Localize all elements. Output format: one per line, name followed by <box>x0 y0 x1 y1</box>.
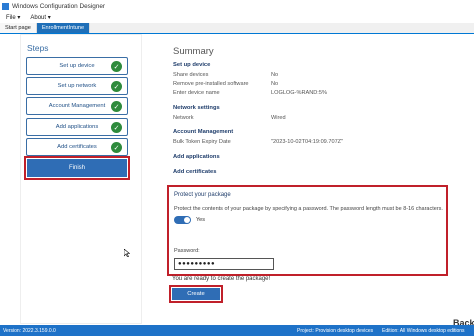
check-icon: ✓ <box>111 142 122 153</box>
step-label: Add certificates <box>57 144 97 150</box>
app-icon <box>2 2 9 10</box>
window-title: Windows Configuration Designer <box>12 2 106 10</box>
section-certificates: Add certificates <box>173 169 217 175</box>
mouse-cursor-icon <box>124 249 130 257</box>
row-label: Remove pre-installed software <box>173 81 249 87</box>
row-value: LOGLOG-%RAND:5% <box>271 90 327 96</box>
step-account-management[interactable]: Account Management ✓ <box>26 97 128 115</box>
protect-toggle[interactable] <box>174 216 191 224</box>
finish-button[interactable]: Finish <box>27 159 127 177</box>
status-version: Version: 2022.3.159.0.0 <box>3 327 56 334</box>
row-value: Wired <box>271 115 286 121</box>
row-label: Bulk Token Expiry Date <box>173 139 231 145</box>
step-add-applications[interactable]: Add applications ✓ <box>26 118 128 136</box>
row-label: Share devices <box>173 72 209 78</box>
check-icon: ✓ <box>111 101 122 112</box>
password-field[interactable]: ●●●●●●●●● <box>174 258 274 270</box>
title-bar: Windows Configuration Designer <box>0 0 474 12</box>
section-account: Account Management <box>173 129 234 135</box>
ready-text: You are ready to create the package! <box>172 276 271 282</box>
step-label: Set up network <box>57 83 97 89</box>
section-applications: Add applications <box>173 154 220 160</box>
toggle-label: Yes <box>196 217 205 223</box>
section-setup-device: Set up device <box>173 62 211 68</box>
step-set-up-device[interactable]: Set up device ✓ <box>26 57 128 75</box>
steps-header: Steps <box>27 43 49 53</box>
tab-start-page[interactable]: Start page <box>0 23 37 33</box>
row-label: Enter device name <box>173 90 220 96</box>
row-label: Network <box>173 115 194 121</box>
check-icon: ✓ <box>111 81 122 92</box>
summary-title: Summary <box>173 46 214 57</box>
password-label: Password: <box>174 248 200 254</box>
status-project: Project: Provision desktop devices <box>297 327 374 334</box>
step-add-certificates[interactable]: Add certificates ✓ <box>26 138 128 156</box>
protect-title: Protect your package <box>174 192 231 198</box>
step-label: Account Management <box>48 103 106 109</box>
step-set-up-network[interactable]: Set up network ✓ <box>26 77 128 95</box>
status-bar: Version: 2022.3.159.0.0 Project: Provisi… <box>0 325 474 336</box>
menu-bar: File ▾ About ▾ <box>0 12 474 23</box>
create-button[interactable]: Create <box>172 288 220 300</box>
tab-enrollment[interactable]: EnrollmentIntune <box>36 23 91 33</box>
tab-bar: Start page EnrollmentIntune <box>0 23 474 34</box>
toggle-knob <box>184 217 190 223</box>
step-label: Set up device <box>59 63 95 69</box>
check-icon: ✓ <box>111 61 122 72</box>
menu-about[interactable]: About ▾ <box>30 14 50 21</box>
step-label: Add applications <box>55 124 99 130</box>
section-network: Network settings <box>173 105 220 111</box>
check-icon: ✓ <box>111 122 122 133</box>
menu-file[interactable]: File ▾ <box>6 14 20 21</box>
status-edition: Edition: All Windows desktop editions <box>382 327 465 334</box>
row-value: No <box>271 72 279 78</box>
row-value: "2023-10-02T04:19:09.707Z" <box>271 139 344 145</box>
row-value: No <box>271 81 279 87</box>
protect-description: Protect the contents of your package by … <box>174 206 443 212</box>
